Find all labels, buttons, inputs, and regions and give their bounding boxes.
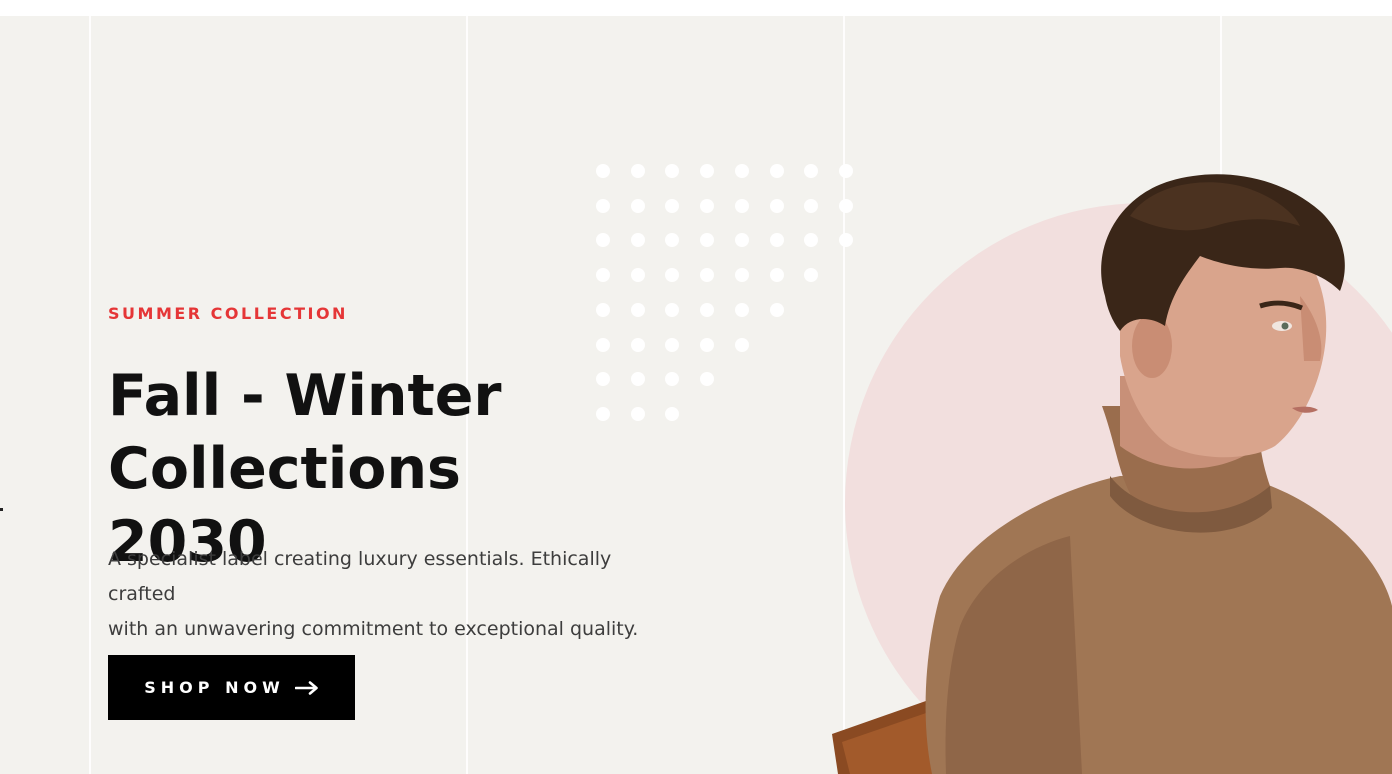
hero-description-line-1: A specialist label creating luxury essen… xyxy=(108,548,612,605)
pattern-dot xyxy=(665,198,680,213)
pattern-dot xyxy=(804,268,819,283)
pattern-dot xyxy=(700,233,715,248)
pattern-dot xyxy=(665,406,680,421)
pattern-dot xyxy=(665,302,680,317)
grid-line xyxy=(89,16,91,774)
pattern-dot xyxy=(700,268,715,283)
hero-model-image xyxy=(820,156,1392,774)
pattern-dot xyxy=(665,268,680,283)
pattern-dot xyxy=(734,302,749,317)
pattern-dot xyxy=(665,372,680,387)
pattern-dot xyxy=(596,164,610,178)
hero-description-line-2: with an unwavering commitment to excepti… xyxy=(108,618,639,640)
pattern-dot xyxy=(700,337,715,352)
pattern-dot xyxy=(630,198,645,213)
pattern-dot xyxy=(804,198,819,213)
pattern-dot xyxy=(596,302,610,317)
pattern-dot xyxy=(665,337,680,352)
pattern-dot xyxy=(630,406,645,421)
arrow-right-icon xyxy=(294,680,319,695)
pattern-dot xyxy=(769,233,784,248)
pattern-dot xyxy=(700,302,715,317)
pattern-dot xyxy=(769,302,784,317)
collection-eyebrow: SUMMER COLLECTION xyxy=(108,304,348,323)
pattern-dot xyxy=(630,372,645,387)
pattern-dot xyxy=(630,337,645,352)
pattern-dot xyxy=(804,164,819,178)
pattern-dot xyxy=(700,372,715,387)
pattern-dot xyxy=(734,164,749,178)
pattern-dot xyxy=(630,302,645,317)
pattern-dot xyxy=(630,164,645,178)
pattern-dot xyxy=(734,268,749,283)
pattern-dot xyxy=(804,233,819,248)
pattern-dot xyxy=(630,233,645,248)
pattern-dot xyxy=(630,268,645,283)
pattern-dot xyxy=(734,198,749,213)
pattern-dot xyxy=(700,198,715,213)
pattern-dot xyxy=(596,233,610,248)
pattern-dot xyxy=(769,198,784,213)
pattern-dot xyxy=(596,337,610,352)
pattern-dot xyxy=(734,233,749,248)
pattern-dot xyxy=(769,268,784,283)
pattern-dot xyxy=(769,164,784,178)
pattern-dot xyxy=(700,164,715,178)
pattern-dot xyxy=(665,233,680,248)
pattern-dot xyxy=(734,337,749,352)
shop-now-button[interactable]: SHOP NOW xyxy=(108,655,355,720)
shop-now-label: SHOP NOW xyxy=(144,678,285,697)
hero-slide: SUMMER COLLECTION Fall - Winter Collecti… xyxy=(0,16,1392,774)
pattern-dot xyxy=(596,268,610,283)
previous-slide-indicator[interactable] xyxy=(0,508,3,511)
pattern-dot xyxy=(665,164,680,178)
hero-title-line-1: Fall - Winter xyxy=(108,363,502,429)
pattern-dot xyxy=(596,198,610,213)
hero-description: A specialist label creating luxury essen… xyxy=(108,542,668,647)
